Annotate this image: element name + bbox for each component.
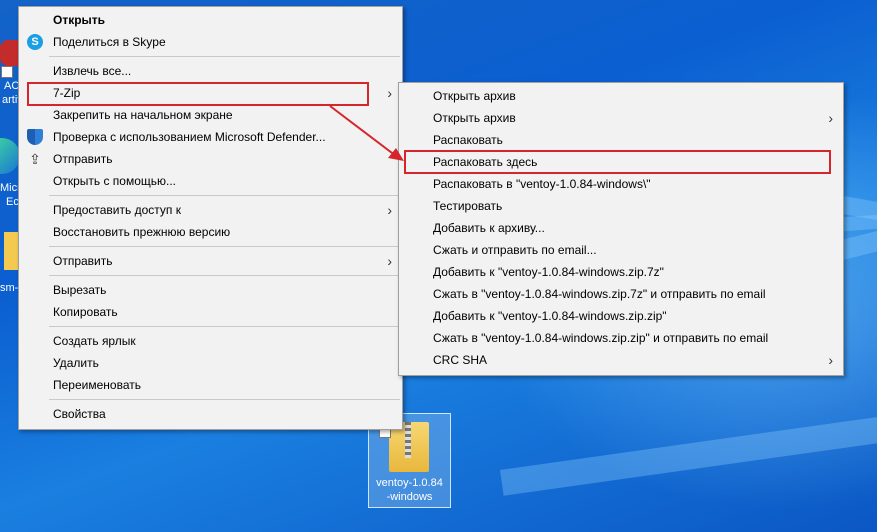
submenu-item-add-to-archive[interactable]: Добавить к архиву... bbox=[399, 217, 843, 239]
menu-item-label: Распаковать в "ventoy-1.0.84-windows\" bbox=[433, 177, 651, 191]
submenu-item-extract-to-folder[interactable]: Распаковать в "ventoy-1.0.84-windows\" bbox=[399, 173, 843, 195]
edge-browser-icon bbox=[0, 138, 20, 174]
submenu-7zip: Открыть архив Открыть архив › Распаковат… bbox=[398, 82, 844, 376]
menu-item-label: Открыть архив bbox=[433, 89, 516, 103]
desktop-icon-edge[interactable] bbox=[0, 138, 20, 178]
highlight-extract-here-item bbox=[404, 150, 831, 174]
menu-item-label: Создать ярлык bbox=[53, 334, 136, 348]
menu-item-copy[interactable]: Копировать bbox=[19, 301, 402, 323]
menu-item-label: Извлечь все... bbox=[53, 64, 132, 78]
menu-item-label: Открыть bbox=[53, 13, 106, 27]
menu-separator bbox=[49, 399, 400, 400]
zip-zipper-icon bbox=[405, 422, 411, 458]
submenu-item-compress-zip-email[interactable]: Сжать в "ventoy-1.0.84-windows.zip.zip" … bbox=[399, 327, 843, 349]
menu-item-label: Предоставить доступ к bbox=[53, 203, 181, 217]
menu-item-label: Закрепить на начальном экране bbox=[53, 108, 233, 122]
submenu-item-compress-7z-email[interactable]: Сжать в "ventoy-1.0.84-windows.zip.7z" и… bbox=[399, 283, 843, 305]
red-app-icon bbox=[0, 40, 20, 66]
menu-item-label: Сжать и отправить по email... bbox=[433, 243, 597, 257]
menu-item-cut[interactable]: Вырезать bbox=[19, 279, 402, 301]
desktop-icon-label-3: sm- bbox=[0, 282, 19, 294]
menu-item-label: Поделиться в Skype bbox=[53, 35, 166, 49]
menu-separator bbox=[49, 326, 400, 327]
submenu-item-open-archive-as[interactable]: Открыть архив › bbox=[399, 107, 843, 129]
context-menu: Открыть S Поделиться в Skype Извлечь все… bbox=[18, 6, 403, 430]
menu-item-label: Проверка с использованием Microsoft Defe… bbox=[53, 130, 326, 144]
menu-item-label: Добавить к "ventoy-1.0.84-windows.zip.zi… bbox=[433, 309, 667, 323]
desktop-icon-folder[interactable] bbox=[0, 232, 20, 272]
desktop-icon-label-1: AC bbox=[4, 80, 20, 92]
submenu-item-add-to-7z[interactable]: Добавить к "ventoy-1.0.84-windows.zip.7z… bbox=[399, 261, 843, 283]
chevron-right-icon: › bbox=[387, 253, 392, 269]
menu-item-label: Сжать в "ventoy-1.0.84-windows.zip.zip" … bbox=[433, 331, 769, 345]
menu-separator bbox=[49, 195, 400, 196]
chevron-right-icon: › bbox=[828, 352, 833, 368]
folder-icon bbox=[4, 232, 18, 270]
menu-item-label: Распаковать bbox=[433, 133, 503, 147]
menu-item-label: Переименовать bbox=[53, 378, 141, 392]
desktop-icon-label-2b: Ec bbox=[6, 196, 19, 208]
menu-item-defender-scan[interactable]: Проверка с использованием Microsoft Defe… bbox=[19, 126, 402, 148]
menu-item-properties[interactable]: Свойства bbox=[19, 403, 402, 425]
menu-item-label: Восстановить прежнюю версию bbox=[53, 225, 231, 239]
chevron-right-icon: › bbox=[387, 85, 392, 101]
menu-item-label: CRC SHA bbox=[433, 353, 488, 367]
menu-item-label: Свойства bbox=[53, 407, 106, 421]
menu-item-label: Открыть с помощью... bbox=[53, 174, 177, 188]
menu-item-label: Вырезать bbox=[53, 283, 107, 297]
menu-separator bbox=[49, 275, 400, 276]
menu-item-label: Копировать bbox=[53, 305, 118, 319]
chevron-right-icon: › bbox=[387, 202, 392, 218]
menu-item-label: Открыть архив bbox=[433, 111, 516, 125]
menu-item-share[interactable]: ⇪ Отправить bbox=[19, 148, 402, 170]
menu-item-label: Отправить bbox=[53, 254, 113, 268]
highlight-7zip-item bbox=[27, 82, 369, 106]
menu-separator bbox=[49, 246, 400, 247]
menu-item-rename[interactable]: Переименовать bbox=[19, 374, 402, 396]
menu-item-restore-version[interactable]: Восстановить прежнюю версию bbox=[19, 221, 402, 243]
skype-icon: S bbox=[27, 34, 43, 50]
chevron-right-icon: › bbox=[828, 110, 833, 126]
menu-item-extract-all[interactable]: Извлечь все... bbox=[19, 60, 402, 82]
shortcut-arrow-icon bbox=[1, 66, 13, 78]
submenu-item-extract[interactable]: Распаковать bbox=[399, 129, 843, 151]
desktop-icon-app-1[interactable] bbox=[0, 38, 20, 78]
menu-separator bbox=[49, 56, 400, 57]
menu-item-create-shortcut[interactable]: Создать ярлык bbox=[19, 330, 402, 352]
menu-item-label: Тестировать bbox=[433, 199, 503, 213]
menu-item-send-to[interactable]: Отправить › bbox=[19, 250, 402, 272]
menu-item-label: Добавить к архиву... bbox=[433, 221, 545, 235]
menu-item-pin-start[interactable]: Закрепить на начальном экране bbox=[19, 104, 402, 126]
submenu-item-crc-sha[interactable]: CRC SHA › bbox=[399, 349, 843, 371]
share-icon: ⇪ bbox=[29, 151, 41, 167]
submenu-item-test[interactable]: Тестировать bbox=[399, 195, 843, 217]
menu-item-share-skype[interactable]: S Поделиться в Skype bbox=[19, 31, 402, 53]
submenu-item-add-to-zip[interactable]: Добавить к "ventoy-1.0.84-windows.zip.zi… bbox=[399, 305, 843, 327]
menu-item-label: Удалить bbox=[53, 356, 99, 370]
menu-item-open-with[interactable]: Открыть с помощью... bbox=[19, 170, 402, 192]
submenu-item-open-archive[interactable]: Открыть архив bbox=[399, 85, 843, 107]
file-icon-label: ventoy-1.0.84 -windows bbox=[376, 477, 443, 503]
menu-item-open[interactable]: Открыть bbox=[19, 9, 402, 31]
menu-item-label: Отправить bbox=[53, 152, 113, 166]
menu-item-give-access[interactable]: Предоставить доступ к › bbox=[19, 199, 402, 221]
menu-item-delete[interactable]: Удалить bbox=[19, 352, 402, 374]
submenu-item-compress-email[interactable]: Сжать и отправить по email... bbox=[399, 239, 843, 261]
wallpaper-beam bbox=[500, 414, 877, 496]
menu-item-label: Сжать в "ventoy-1.0.84-windows.zip.7z" и… bbox=[433, 287, 766, 301]
menu-item-label: Добавить к "ventoy-1.0.84-windows.zip.7z… bbox=[433, 265, 664, 279]
defender-shield-icon bbox=[27, 129, 43, 145]
